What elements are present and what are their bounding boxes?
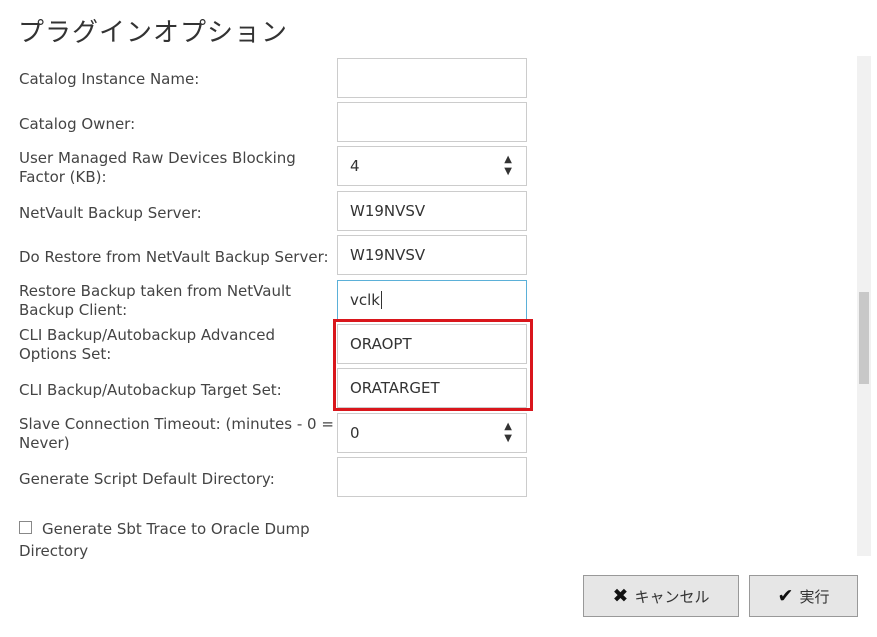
cancel-button[interactable]: ✖ キャンセル [583,575,739,617]
close-icon: ✖ [612,585,629,607]
spinner-up-icon[interactable]: ▲ [504,154,512,166]
options-form: Catalog Instance Name: Catalog Owner: Us… [0,56,855,556]
spinner-arrows-icon[interactable]: ▲ ▼ [504,154,512,178]
raw-devices-blocking-factor-stepper[interactable]: 4 ▲ ▼ [337,146,527,186]
timeout-value: 0 [350,424,360,442]
restore-from-server-label: Do Restore from NetVault Backup Server: [19,248,329,266]
slave-connection-timeout-label: Slave Connection Timeout: (minutes - 0 =… [19,415,334,452]
scrollbar-thumb[interactable] [859,292,869,384]
sbt-trace-checkbox[interactable] [19,521,32,534]
sbt-trace-option: Generate Sbt Trace to Oracle Dump Direct… [19,518,319,562]
slave-connection-timeout-stepper[interactable]: 0 ▲ ▼ [337,413,527,453]
sbt-trace-label: Generate Sbt Trace to Oracle Dump Direct… [19,520,310,560]
spinner-arrows-icon[interactable]: ▲ ▼ [504,421,512,445]
spinner-up-icon[interactable]: ▲ [504,421,512,433]
spinner-down-icon[interactable]: ▼ [504,166,512,178]
annotation-highlight-box [333,319,533,411]
restore-backup-client-value: vclk [350,291,380,309]
catalog-owner-input[interactable] [337,102,527,142]
vertical-scrollbar[interactable] [857,56,871,556]
checkmark-icon: ✔ [777,585,794,607]
dialog-title: プラグインオプション [18,18,289,48]
text-caret [380,291,382,309]
execute-button-label: 実行 [799,587,830,606]
netvault-backup-server-input[interactable]: W19NVSV [337,191,527,231]
cli-target-set-label: CLI Backup/Autobackup Target Set: [19,381,282,399]
blocking-factor-value: 4 [350,157,360,175]
netvault-backup-server-label: NetVault Backup Server: [19,204,202,222]
cancel-button-label: キャンセル [634,587,710,606]
raw-devices-blocking-factor-label: User Managed Raw Devices Blocking Factor… [19,149,296,186]
script-default-directory-input[interactable] [337,457,527,497]
catalog-owner-label: Catalog Owner: [19,115,136,133]
execute-button[interactable]: ✔ 実行 [749,575,858,617]
restore-backup-client-input[interactable]: vclk [337,280,527,320]
spinner-down-icon[interactable]: ▼ [504,433,512,445]
restore-from-server-input[interactable]: W19NVSV [337,235,527,275]
script-default-directory-label: Generate Script Default Directory: [19,470,275,488]
catalog-instance-name-label: Catalog Instance Name: [19,70,200,88]
catalog-instance-name-input[interactable] [337,58,527,98]
cli-advanced-options-set-label: CLI Backup/Autobackup Advanced Options S… [19,326,275,363]
restore-backup-client-label: Restore Backup taken from NetVault Backu… [19,282,292,319]
